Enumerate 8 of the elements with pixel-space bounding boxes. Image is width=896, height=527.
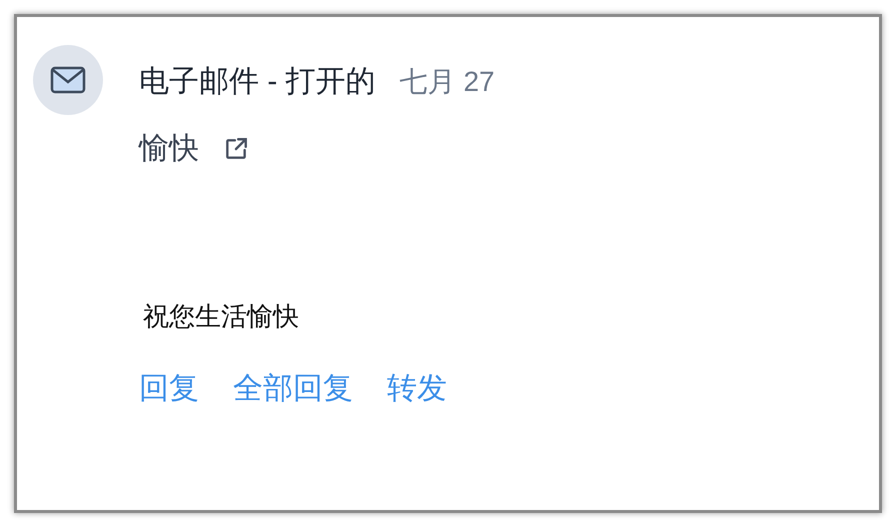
action-link[interactable]: 全部回复 <box>233 366 353 411</box>
email-date: 七月 27 <box>400 65 495 99</box>
external-link-icon[interactable] <box>223 136 249 162</box>
email-title: 电子邮件 - 打开的 <box>139 64 376 100</box>
email-body: 祝您生活愉快 <box>143 300 300 333</box>
action-link[interactable]: 回复 <box>139 366 199 411</box>
action-link[interactable]: 转发 <box>387 366 447 411</box>
email-subject: 愉快 <box>139 131 199 167</box>
